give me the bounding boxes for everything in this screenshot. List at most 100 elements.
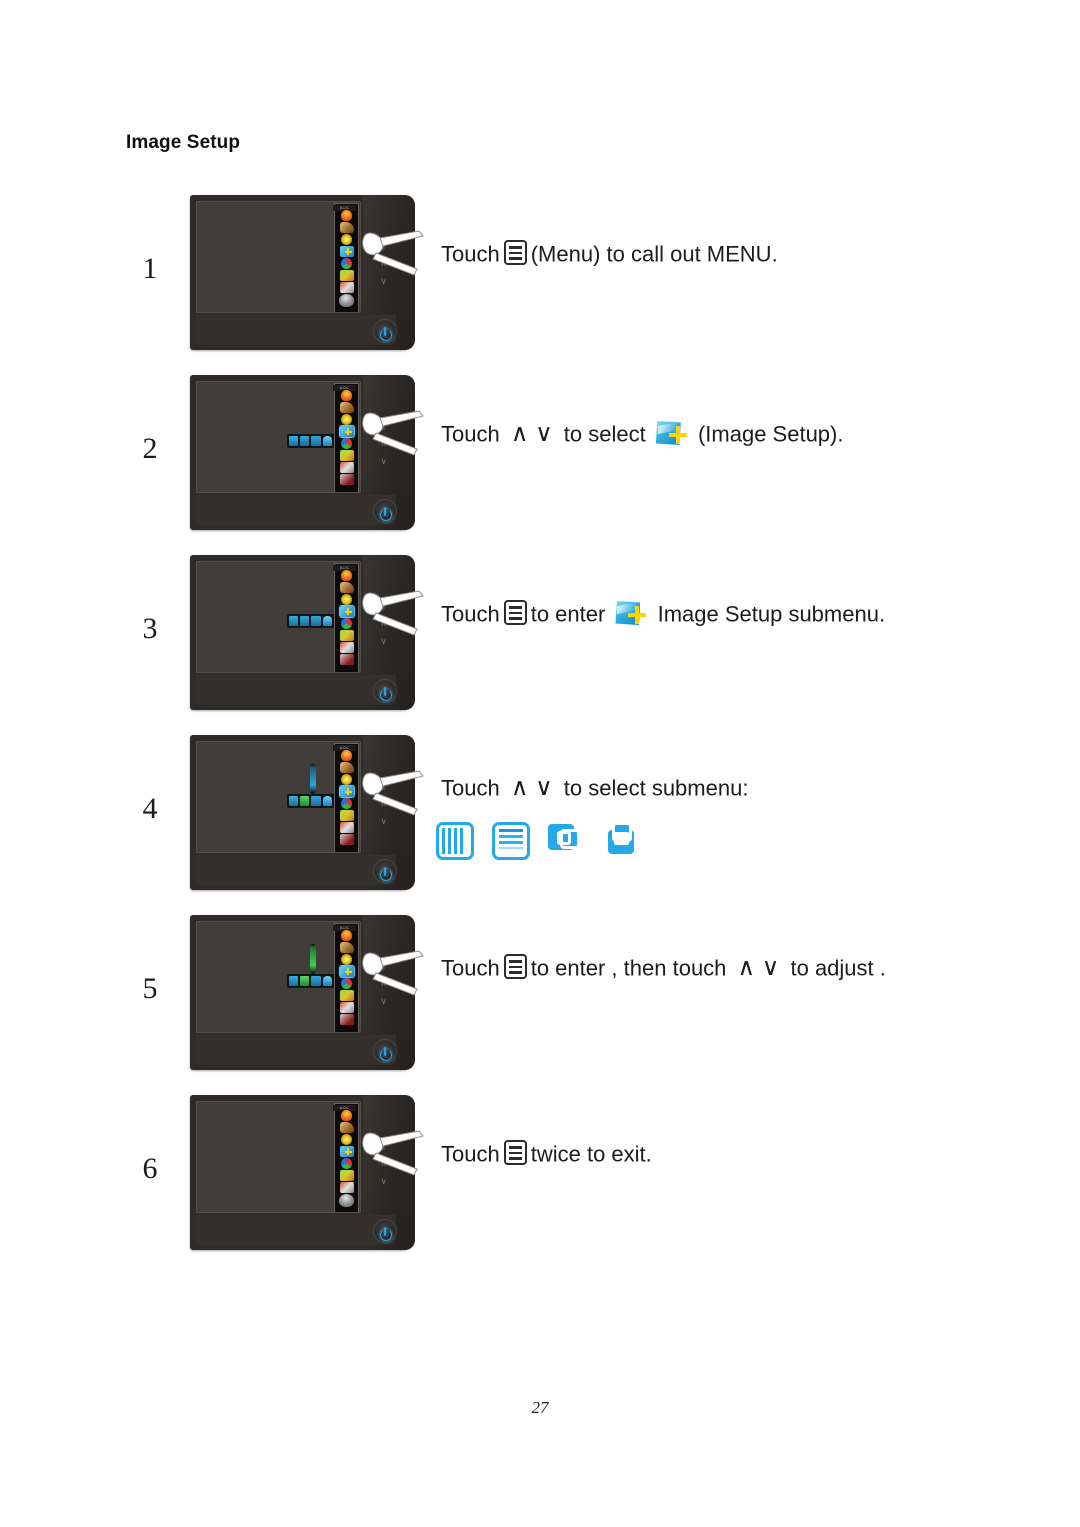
osd-item-exit-icon[interactable]	[339, 1194, 354, 1207]
osd-item-color-setup-icon[interactable]	[341, 954, 352, 965]
osd-item-image-setup-icon[interactable]	[338, 425, 355, 438]
osd-main-menu[interactable]: AOC	[333, 1103, 359, 1212]
osd-item-luminance-icon[interactable]	[341, 930, 352, 941]
osd-item-picture-boost-icon[interactable]	[341, 1158, 352, 1169]
osd-item-osd-setup-icon[interactable]	[339, 630, 354, 641]
osd-item-image-boost-icon[interactable]	[339, 942, 354, 953]
osd-item-luminance-icon[interactable]	[341, 210, 352, 221]
osd-submenu-item[interactable]	[289, 976, 298, 986]
osd-item-image-boost-icon[interactable]	[339, 582, 354, 593]
osd-item-color-setup-icon[interactable]	[341, 774, 352, 785]
down-arrow-button[interactable]: ∨	[380, 277, 387, 286]
down-arrow-button[interactable]: ∨	[380, 637, 387, 646]
menu-touch-button[interactable]	[376, 1141, 385, 1150]
osd-item-reset-icon[interactable]	[339, 834, 354, 845]
osd-item-image-boost-icon[interactable]	[339, 762, 354, 773]
osd-item-reset-icon[interactable]	[339, 1014, 354, 1025]
osd-submenu-item[interactable]	[311, 616, 321, 626]
osd-value-slider[interactable]	[310, 764, 316, 794]
up-arrow-button[interactable]: ∧	[380, 439, 387, 448]
phase-icon[interactable]	[492, 822, 530, 860]
down-arrow-button[interactable]: ∨	[380, 817, 387, 826]
up-arrow-button[interactable]: ∧	[380, 979, 387, 988]
osd-item-color-setup-icon[interactable]	[341, 234, 352, 245]
power-button[interactable]	[373, 679, 397, 703]
down-arrow-button[interactable]: ∨	[380, 997, 387, 1006]
osd-item-luminance-icon[interactable]	[341, 1110, 352, 1121]
power-button[interactable]	[373, 1219, 397, 1243]
osd-item-extra-icon[interactable]	[339, 642, 354, 653]
osd-main-menu[interactable]: AOC	[333, 743, 359, 852]
clock-icon[interactable]	[436, 822, 474, 860]
osd-item-extra-icon[interactable]	[339, 282, 354, 293]
osd-item-extra-icon[interactable]	[339, 822, 354, 833]
osd-value-slider[interactable]	[310, 944, 316, 974]
osd-item-reset-icon[interactable]	[339, 654, 354, 665]
osd-item-exit-icon[interactable]	[339, 294, 354, 307]
osd-main-menu[interactable]: AOC	[333, 383, 359, 492]
osd-main-menu[interactable]: AOC	[333, 203, 359, 312]
osd-item-image-setup-icon[interactable]	[338, 605, 355, 618]
osd-item-luminance-icon[interactable]	[341, 390, 352, 401]
osd-item-picture-boost-icon[interactable]	[341, 798, 352, 809]
osd-main-menu[interactable]: AOC	[333, 923, 359, 1032]
osd-item-luminance-icon[interactable]	[341, 570, 352, 581]
osd-item-picture-boost-icon[interactable]	[341, 438, 352, 449]
h-position-icon[interactable]	[548, 822, 586, 860]
menu-touch-button[interactable]	[376, 781, 385, 790]
down-arrow-button[interactable]: ∨	[380, 1177, 387, 1186]
power-button[interactable]	[373, 319, 397, 343]
menu-touch-button[interactable]	[376, 421, 385, 430]
osd-submenu-item[interactable]	[311, 796, 321, 806]
osd-submenu-item[interactable]	[323, 436, 332, 446]
osd-submenu-item[interactable]	[289, 436, 298, 446]
osd-item-image-setup-icon[interactable]	[339, 1146, 354, 1157]
osd-item-color-setup-icon[interactable]	[341, 414, 352, 425]
down-arrow-button[interactable]: ∨	[380, 457, 387, 466]
menu-touch-button[interactable]	[376, 241, 385, 250]
osd-submenu-item-selected[interactable]	[300, 976, 309, 986]
power-button[interactable]	[373, 1039, 397, 1063]
osd-item-image-setup-icon[interactable]	[338, 785, 355, 798]
menu-touch-button[interactable]	[376, 601, 385, 610]
osd-item-picture-boost-icon[interactable]	[341, 978, 352, 989]
osd-item-extra-icon[interactable]	[339, 1182, 354, 1193]
osd-item-image-setup-icon[interactable]	[339, 246, 354, 257]
osd-submenu-item[interactable]	[311, 436, 321, 446]
osd-item-color-setup-icon[interactable]	[341, 1134, 352, 1145]
osd-submenu-item[interactable]	[323, 976, 332, 986]
osd-item-osd-setup-icon[interactable]	[339, 990, 354, 1001]
osd-main-menu[interactable]: AOC	[333, 563, 359, 672]
osd-submenu-item[interactable]	[289, 796, 298, 806]
osd-submenu-item[interactable]	[323, 796, 332, 806]
osd-item-osd-setup-icon[interactable]	[339, 270, 354, 281]
osd-submenu-item[interactable]	[300, 616, 309, 626]
osd-submenu-item-selected[interactable]	[300, 796, 309, 806]
osd-submenu-item[interactable]	[300, 436, 309, 446]
up-arrow-button[interactable]: ∧	[380, 1159, 387, 1168]
power-button[interactable]	[373, 859, 397, 883]
up-arrow-button[interactable]: ∧	[380, 799, 387, 808]
osd-item-osd-setup-icon[interactable]	[339, 1170, 354, 1181]
osd-item-extra-icon[interactable]	[339, 1002, 354, 1013]
osd-item-image-boost-icon[interactable]	[339, 1122, 354, 1133]
osd-item-reset-icon[interactable]	[339, 474, 354, 485]
osd-item-image-setup-icon[interactable]	[338, 965, 355, 978]
osd-item-osd-setup-icon[interactable]	[339, 810, 354, 821]
osd-item-picture-boost-icon[interactable]	[341, 618, 352, 629]
osd-submenu-item[interactable]	[311, 976, 321, 986]
osd-item-color-setup-icon[interactable]	[341, 594, 352, 605]
osd-item-image-boost-icon[interactable]	[339, 222, 354, 233]
menu-touch-button[interactable]	[376, 961, 385, 970]
osd-submenu-item[interactable]	[323, 616, 332, 626]
power-button[interactable]	[373, 499, 397, 523]
v-position-icon[interactable]	[604, 822, 642, 860]
osd-submenu-item[interactable]	[289, 616, 298, 626]
up-arrow-button[interactable]: ∧	[380, 619, 387, 628]
osd-item-luminance-icon[interactable]	[341, 750, 352, 761]
osd-item-image-boost-icon[interactable]	[339, 402, 354, 413]
osd-item-osd-setup-icon[interactable]	[339, 450, 354, 461]
osd-item-picture-boost-icon[interactable]	[341, 258, 352, 269]
up-arrow-button[interactable]: ∧	[380, 259, 387, 268]
osd-item-extra-icon[interactable]	[339, 462, 354, 473]
